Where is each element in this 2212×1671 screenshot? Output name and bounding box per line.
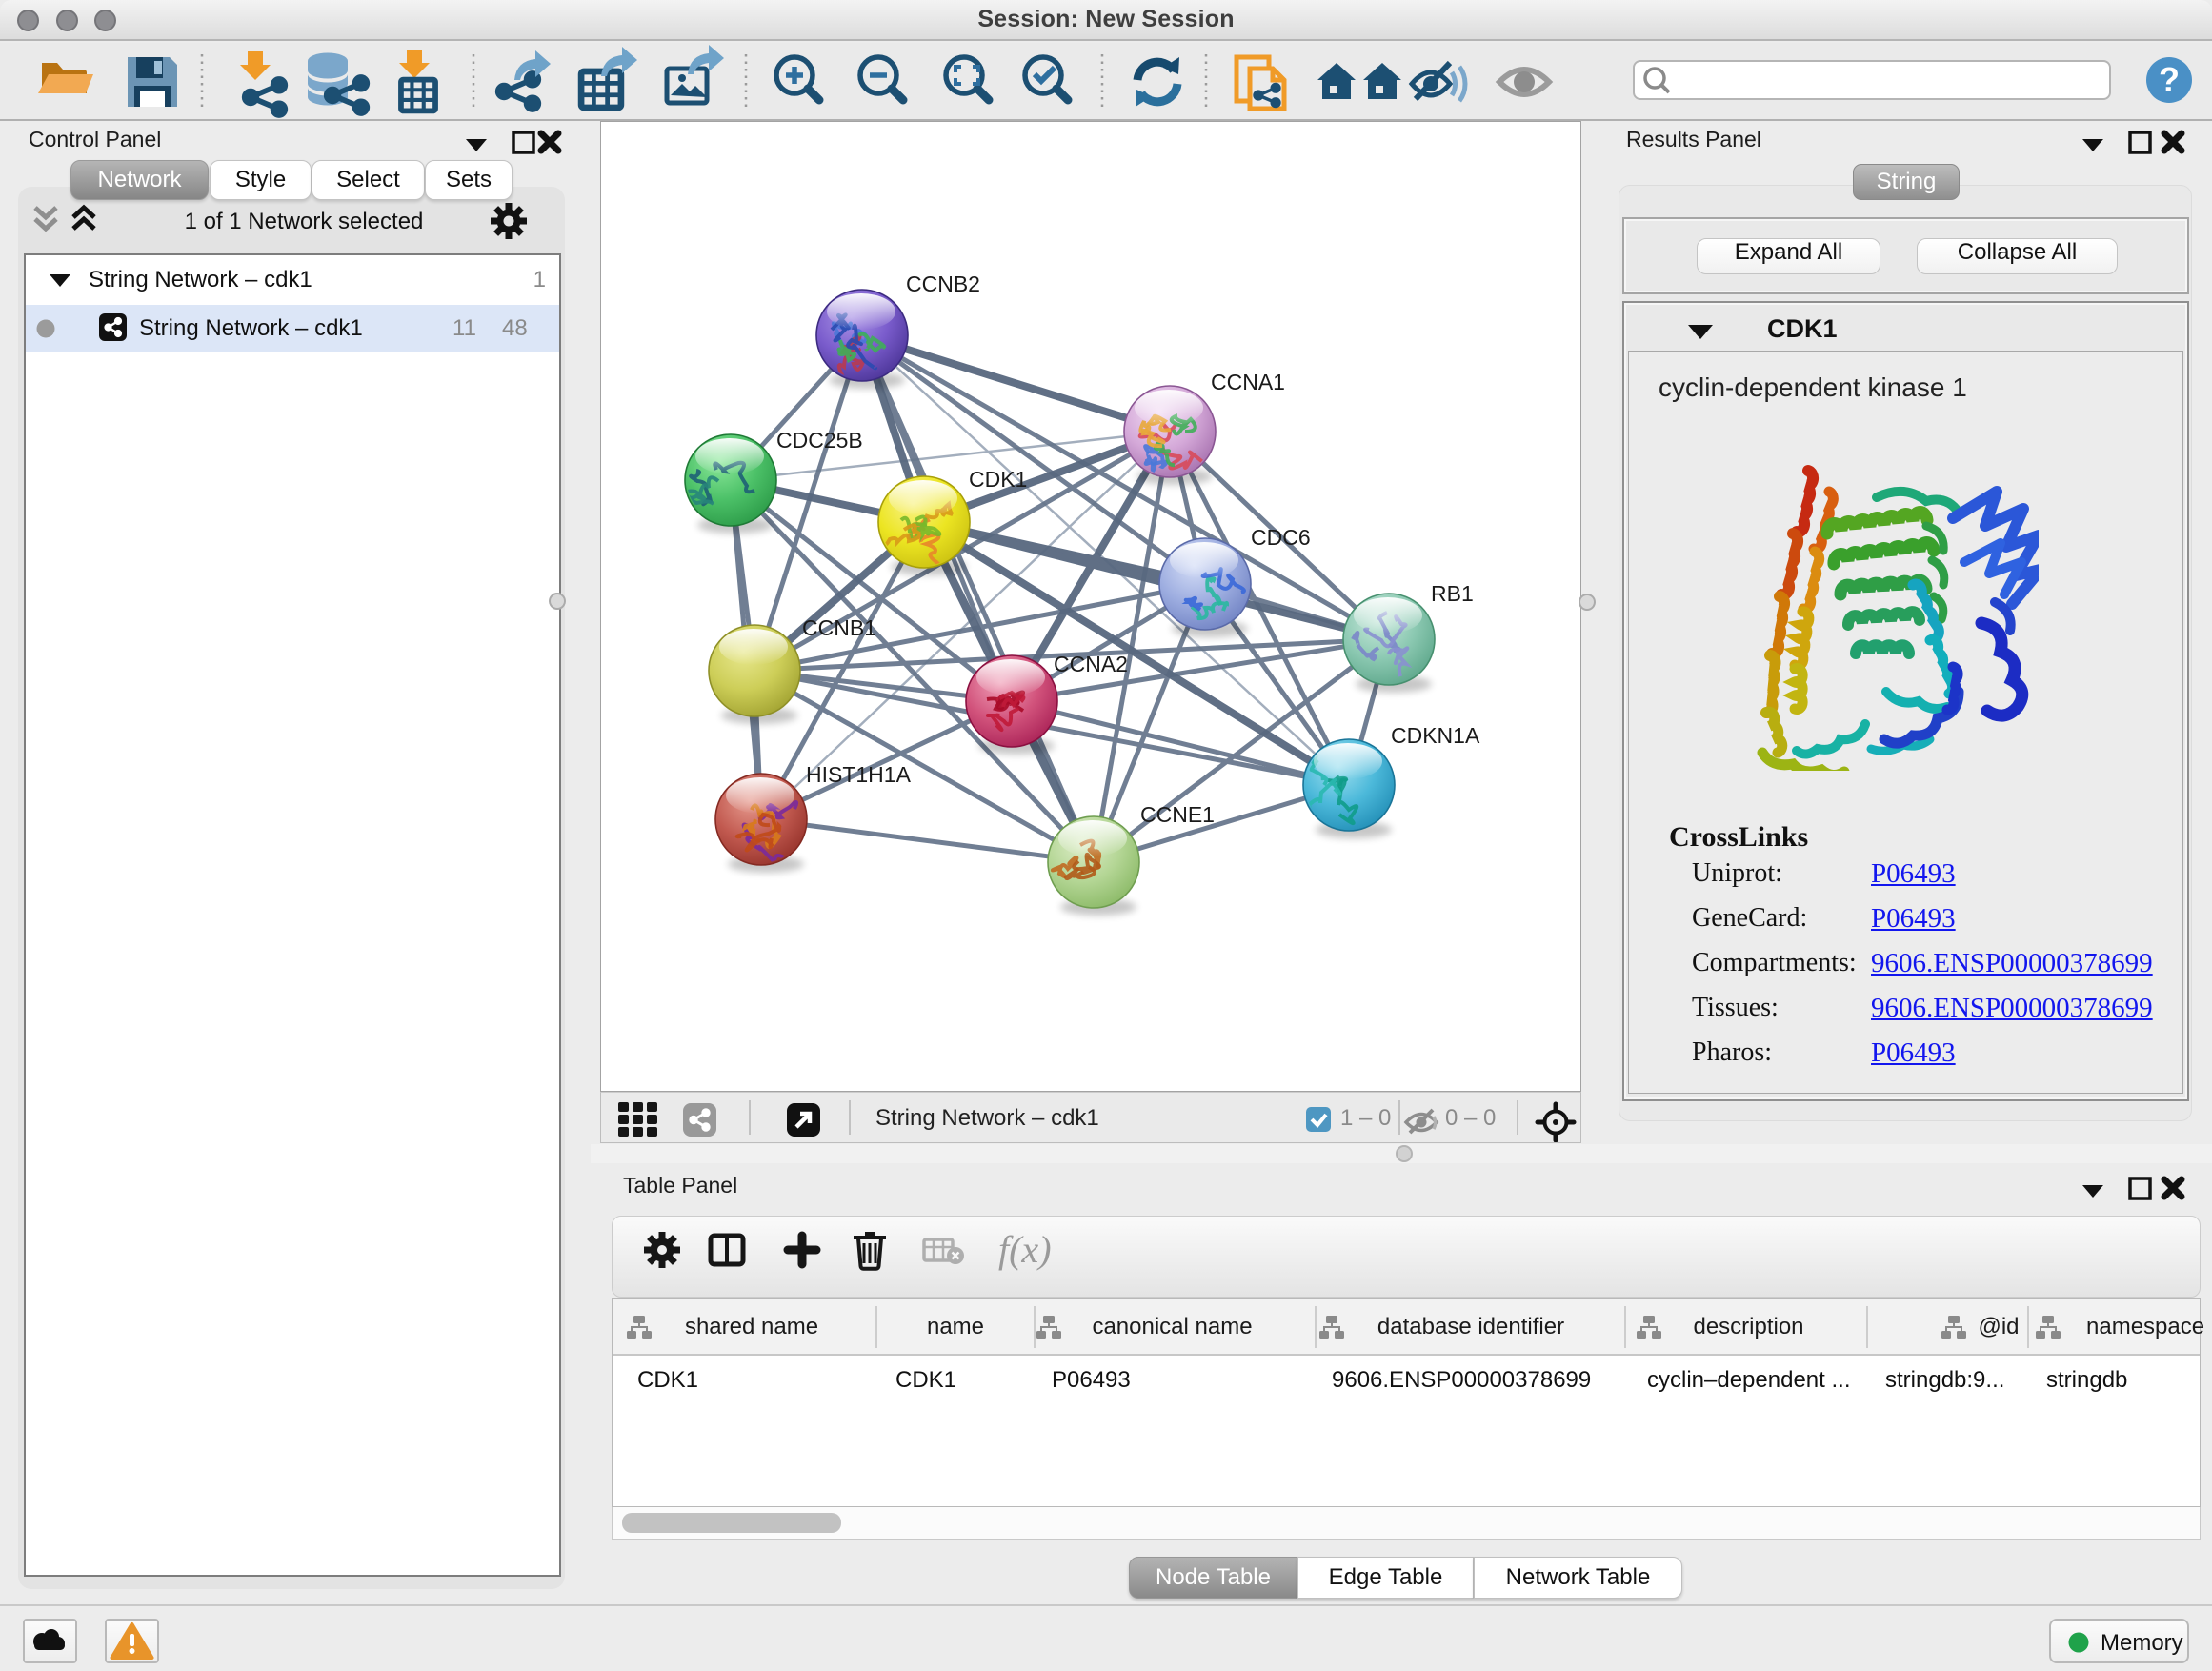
svg-text:CCNB2: CCNB2 [906,272,980,296]
svg-text:f(x): f(x) [998,1228,1052,1271]
svg-text:CDC6: CDC6 [1251,525,1311,550]
svg-text:CCNB1: CCNB1 [802,615,876,640]
svg-text:HIST1H1A: HIST1H1A [806,762,912,787]
svg-text:CCNE1: CCNE1 [1140,802,1215,827]
svg-text:0 – 0: 0 – 0 [1445,1105,1496,1131]
svg-text:CCNA2: CCNA2 [1054,652,1128,676]
svg-text:CDK1: CDK1 [969,467,1027,492]
svg-text:CCNA1: CCNA1 [1211,370,1285,394]
svg-text:String Network – cdk1: String Network – cdk1 [875,1105,1099,1131]
svg-text:CDC25B: CDC25B [776,428,863,453]
svg-text:CDKN1A: CDKN1A [1391,723,1480,748]
svg-text:1 – 0: 1 – 0 [1340,1105,1391,1131]
svg-text:RB1: RB1 [1431,581,1474,606]
svg-text:?: ? [2159,60,2180,99]
